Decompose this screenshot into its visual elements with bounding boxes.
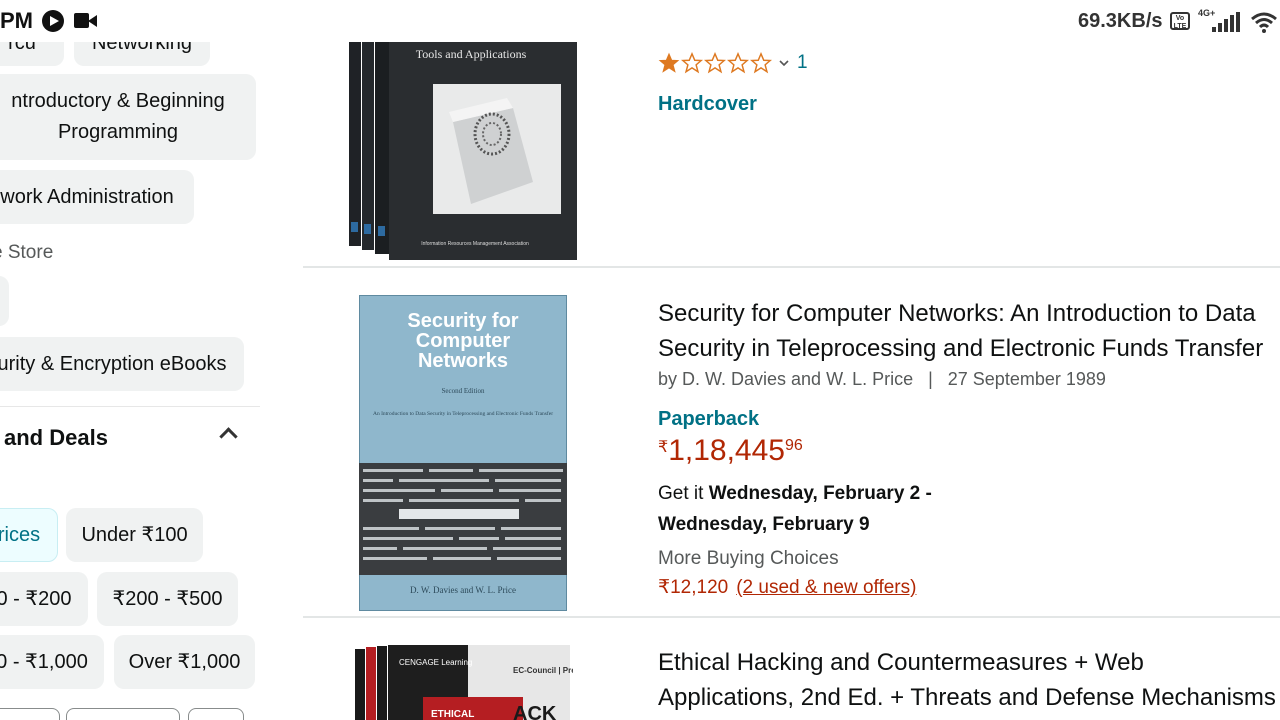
book-cover-image[interactable]: CENGAGE Learning EC-Council | Press ETHI… <box>353 645 573 720</box>
cover-subtitle: Tools and Applications <box>416 47 527 61</box>
store-label: e Store <box>0 242 54 263</box>
price-filter-label: 0 - ₹1,000 <box>0 650 88 673</box>
sidebar-divider <box>0 406 260 407</box>
delivery-prefix: Get it <box>658 483 709 504</box>
filter-pill-intro-programming[interactable]: ntroductory & Beginning Programming <box>0 74 256 160</box>
star-rating[interactable]: 1 <box>658 52 808 74</box>
wifi-icon <box>1251 12 1277 33</box>
video-camera-icon <box>74 13 97 28</box>
product-title-line: Security for Computer Networks: An Intro… <box>658 300 1256 327</box>
cover-edition: Second Edition <box>442 387 485 395</box>
filter-pill-encryption-ebooks[interactable]: urity & Encryption eBooks <box>0 337 244 391</box>
price-filter-all[interactable]: rices <box>0 508 58 562</box>
product-title-line: Applications, 2nd Ed. + Threats and Defe… <box>658 684 1276 711</box>
more-buying-choices: More Buying Choices <box>658 548 839 569</box>
svg-text:Networks: Networks <box>418 350 508 372</box>
volte-icon: Vo LTE <box>1170 12 1190 30</box>
price-filter-under-100[interactable]: Under ₹100 <box>66 508 203 562</box>
price-filter-label: rices <box>0 523 41 546</box>
price-filter-label: Under ₹100 <box>81 523 188 546</box>
deals-section-heading: and Deals <box>4 425 108 450</box>
product-title-link[interactable]: Security for Computer Networks: An Intro… <box>658 296 1263 366</box>
format-link-hardcover[interactable]: Hardcover <box>658 93 757 116</box>
status-bar: PM 69.3KB/s Vo LTE 4G+ <box>0 0 1280 42</box>
filter-pill-label: ntroductory & Beginning Programming <box>11 90 225 143</box>
cover-brand: CENGAGE Learning <box>399 658 472 667</box>
filter-pill-partial[interactable]: rcu <box>0 42 64 66</box>
price-filter-label: ₹200 - ₹500 <box>112 587 223 610</box>
cover-subtitle: An Introduction to Data Security in Tele… <box>373 410 553 417</box>
filter-pill-network-admin[interactable]: work Administration <box>0 170 194 224</box>
svg-text:ACK: ACK <box>513 703 557 720</box>
product-title-line: Ethical Hacking and Countermeasures + We… <box>658 649 1144 676</box>
offer-price: ₹12,120 <box>658 577 729 598</box>
product-byline: by D. W. Davies and W. L. Price | 27 Sep… <box>658 369 1106 389</box>
product-title-line: Security in Teleprocessing and Electroni… <box>658 335 1264 362</box>
cover-word: ETHICAL <box>431 709 474 720</box>
cover-authors: D. W. Davies and W. L. Price <box>410 585 516 595</box>
status-time: PM <box>0 8 33 33</box>
result-divider <box>303 266 1280 268</box>
product-title-link[interactable]: Ethical Hacking and Countermeasures + We… <box>658 645 1276 715</box>
delivery-estimate: Get it Wednesday, February 2 - Wednesday… <box>658 478 1018 540</box>
filter-pill-label: urity & Encryption eBooks <box>0 352 227 375</box>
max-price-input[interactable] <box>66 708 180 720</box>
rating-count[interactable]: 1 <box>797 52 808 74</box>
price-filter-over-1000[interactable]: Over ₹1,000 <box>114 635 255 689</box>
product-price: ₹1,18,44596 <box>658 434 803 468</box>
star-empty-icon <box>704 52 726 74</box>
price-filter-500-1000[interactable]: 0 - ₹1,000 <box>0 635 104 689</box>
min-price-input[interactable] <box>0 708 60 720</box>
star-empty-icon <box>750 52 772 74</box>
svg-text:Security for: Security for <box>407 310 518 332</box>
star-empty-icon <box>681 52 703 74</box>
price-filter-100-200[interactable]: 0 - ₹200 <box>0 572 88 626</box>
format-link-paperback[interactable]: Paperback <box>658 408 759 431</box>
filter-pill-label: work Administration <box>0 185 174 208</box>
signal-strength-icon <box>1212 12 1240 32</box>
chevron-up-icon[interactable] <box>219 427 238 446</box>
network-speed: 69.3KB/s <box>1078 10 1163 32</box>
filter-pill-label: rcu <box>8 42 36 54</box>
price-filter-label: Over ₹1,000 <box>128 650 241 673</box>
filter-pill-label: Networking <box>91 42 193 54</box>
svg-text:Computer: Computer <box>416 330 511 352</box>
price-whole: 1,18,445 <box>668 434 785 467</box>
price-go-button[interactable] <box>188 708 244 720</box>
price-filter-200-500[interactable]: ₹200 - ₹500 <box>97 572 238 626</box>
used-new-offers-link[interactable]: (2 used & new offers) <box>736 577 916 598</box>
star-empty-icon <box>727 52 749 74</box>
price-filter-label: 0 - ₹200 <box>0 587 72 610</box>
offer-row: ₹12,120 (2 used & new offers) <box>658 576 916 599</box>
filter-sidebar: rcu Networking ntroductory & Beginning P… <box>0 42 300 720</box>
search-results: Tools and Applications Information Resou… <box>303 42 1280 720</box>
filter-pill-partial-hidden[interactable] <box>0 276 9 326</box>
chevron-down-icon[interactable] <box>777 56 791 70</box>
price-fraction: 96 <box>784 437 803 454</box>
price-symbol: ₹ <box>658 439 669 456</box>
book-cover-image[interactable]: Tools and Applications Information Resou… <box>347 42 579 262</box>
book-cover-image[interactable]: Security for Computer Networks Second Ed… <box>359 295 567 611</box>
result-divider <box>303 616 1280 618</box>
filter-pill-networking[interactable]: Networking <box>74 42 210 66</box>
cover-footer: Information Resources Management Associa… <box>421 241 529 247</box>
cover-publisher: EC-Council | Press <box>513 666 573 675</box>
screen-record-play-icon <box>42 10 64 32</box>
star-filled-icon <box>658 52 680 73</box>
